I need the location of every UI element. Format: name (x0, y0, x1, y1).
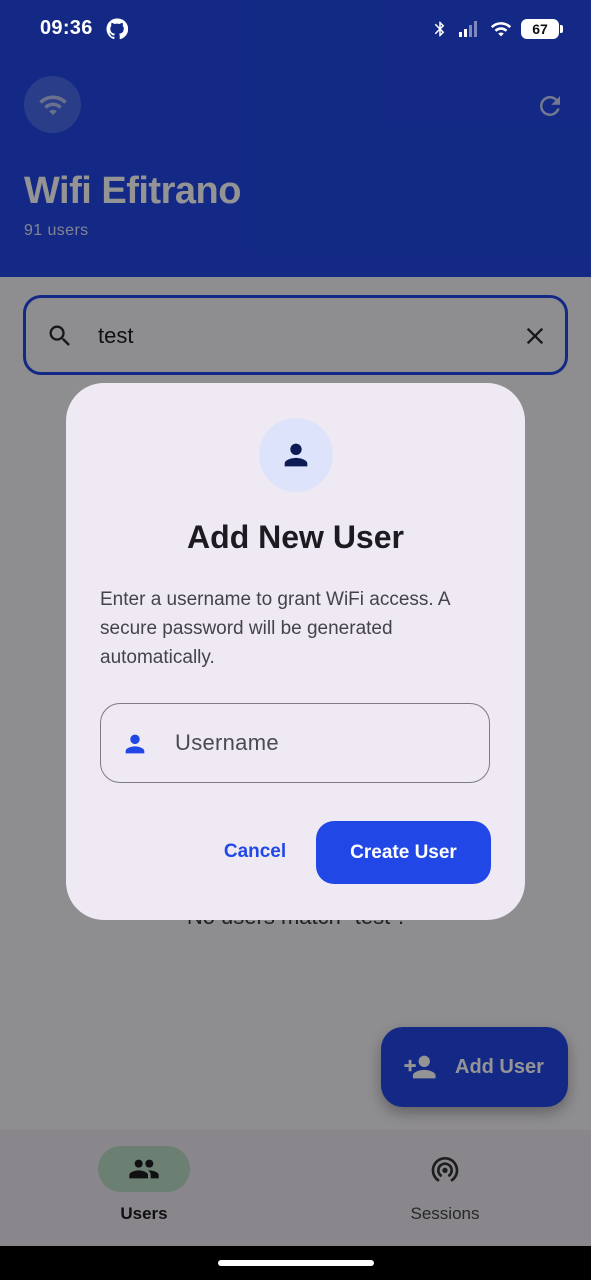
bluetooth-icon (434, 21, 445, 37)
status-icons: 67 (431, 17, 563, 41)
battery-icon: 67 (521, 19, 563, 39)
dialog-avatar (259, 418, 333, 492)
signal-icon (459, 21, 477, 37)
wifi-icon (490, 22, 512, 37)
status-time: 09:36 (40, 17, 93, 39)
github-icon (106, 18, 128, 40)
create-user-button[interactable]: Create User (316, 821, 491, 884)
username-input[interactable] (175, 722, 465, 764)
person-icon (284, 443, 308, 467)
status-bar: 09:36 67 (0, 0, 591, 60)
person-icon (125, 734, 145, 754)
dialog-title: Add New User (187, 519, 404, 555)
dialog-description: Enter a username to grant WiFi access. A… (100, 589, 450, 668)
add-user-dialog: Add New User Enter a username to grant W… (66, 383, 525, 920)
username-field (100, 703, 490, 783)
cancel-button[interactable]: Cancel (212, 833, 298, 871)
gesture-bar[interactable] (218, 1260, 374, 1266)
